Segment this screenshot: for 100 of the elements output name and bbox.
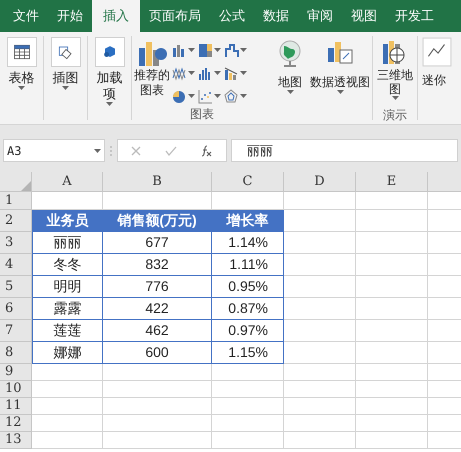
- grid-cell: [356, 210, 428, 232]
- grid-cell: [212, 381, 284, 398]
- row-header[interactable]: 2: [0, 210, 32, 232]
- row-header[interactable]: 13: [0, 432, 32, 449]
- table-cell: 1.14%: [212, 232, 284, 254]
- column-header[interactable]: E: [356, 172, 428, 192]
- grid-cell: [356, 192, 428, 210]
- table-cell: 丽丽: [32, 232, 103, 254]
- caret-icon: [214, 94, 221, 98]
- row-header[interactable]: 7: [0, 320, 32, 342]
- caret-icon: [392, 96, 398, 100]
- table-cell: 832: [103, 254, 212, 276]
- grid-cell: [212, 364, 284, 381]
- scatter-chart-icon: [198, 88, 213, 104]
- grid-cell: [284, 364, 356, 381]
- caret-icon: [240, 71, 247, 75]
- grid-cell: [32, 381, 103, 398]
- row-header[interactable]: 12: [0, 415, 32, 432]
- grid-cell: [284, 381, 356, 398]
- caret-icon: [188, 94, 195, 98]
- formula-field[interactable]: 丽丽: [231, 139, 458, 162]
- column-chart-icon: [172, 42, 187, 58]
- table-cell: 0.95%: [212, 276, 284, 298]
- caret-icon: [214, 48, 221, 52]
- row-header[interactable]: 10: [0, 381, 32, 398]
- caret-icon: [106, 102, 113, 106]
- pie-chart-icon: [172, 88, 187, 104]
- table-cell: 娜娜: [32, 342, 103, 364]
- check-icon: [164, 144, 177, 156]
- ribbon-tab[interactable]: 公式: [210, 0, 254, 32]
- function-icon: [200, 144, 214, 158]
- formula-text: 丽丽: [247, 142, 273, 160]
- ribbon-button[interactable]: 加载项: [94, 37, 124, 106]
- column-heading: 增长率: [212, 210, 284, 232]
- grid-cell: [212, 432, 284, 449]
- table-cell: 0.97%: [212, 320, 284, 342]
- line-chart-icon: [172, 66, 187, 80]
- row-header[interactable]: 4: [0, 254, 32, 276]
- row-header[interactable]: 3: [0, 232, 32, 254]
- caret-icon: [240, 48, 247, 52]
- caret-icon: [62, 86, 69, 90]
- table-cell: 1.15%: [212, 342, 284, 364]
- grid-cell: [284, 298, 356, 320]
- table-cell: 冬冬: [32, 254, 103, 276]
- table-cell: 露露: [32, 298, 103, 320]
- caret-icon: [240, 94, 247, 98]
- grid-cell: [284, 398, 356, 415]
- grid-cell: [32, 364, 103, 381]
- grid-cell: [284, 432, 356, 449]
- column-heading: 业务员: [32, 210, 103, 232]
- grid-cell: [212, 415, 284, 432]
- table-cell: 677: [103, 232, 212, 254]
- caret-icon: [336, 90, 344, 94]
- ribbon-button[interactable]: 迷你: [418, 32, 452, 124]
- ribbon-tab[interactable]: 视图: [342, 0, 386, 32]
- ribbon-tab[interactable]: 文件: [4, 0, 48, 32]
- column-header[interactable]: A: [32, 172, 103, 192]
- ribbon-tab[interactable]: 审阅: [298, 0, 342, 32]
- row-header[interactable]: 8: [0, 342, 32, 364]
- name-box[interactable]: A3: [3, 139, 105, 162]
- column-header[interactable]: D: [284, 172, 356, 192]
- ribbon-tab[interactable]: 数据: [254, 0, 298, 32]
- grid-cell: [356, 254, 428, 276]
- ribbon-tab[interactable]: 开始: [48, 0, 92, 32]
- row-header[interactable]: 1: [0, 192, 32, 210]
- caret-icon: [188, 71, 195, 75]
- grid-cell: [32, 432, 103, 449]
- grip-icon: [109, 144, 113, 158]
- ribbon-tab[interactable]: 开发工: [386, 0, 443, 32]
- cell-reference: A3: [7, 142, 22, 160]
- table-cell: 776: [103, 276, 212, 298]
- grid-cell: [356, 342, 428, 364]
- grid-cell: [356, 276, 428, 298]
- row-header[interactable]: 6: [0, 298, 32, 320]
- grid-cell: [356, 432, 428, 449]
- grid-cell: [284, 320, 356, 342]
- grid-cell: [212, 398, 284, 415]
- sparkline-icon: [422, 37, 452, 67]
- row-header[interactable]: 5: [0, 276, 32, 298]
- grid-cell: [356, 415, 428, 432]
- caret-icon: [214, 71, 221, 75]
- ribbon-button[interactable]: 数据透视图: [308, 32, 372, 124]
- ribbon-button[interactable]: 地图: [272, 32, 308, 124]
- grid-cell: [284, 192, 356, 210]
- ribbon-button[interactable]: 三维地图: [376, 32, 414, 106]
- row-header[interactable]: 11: [0, 398, 32, 415]
- ribbon-tab[interactable]: 页面布局: [140, 0, 210, 32]
- grid-cell: [284, 342, 356, 364]
- ribbon-button[interactable]: 推荐的图表: [132, 38, 172, 98]
- histogram-icon: [198, 66, 213, 80]
- caret-icon: [286, 90, 294, 94]
- waterfall-icon: [224, 42, 239, 58]
- ribbon-tab[interactable]: 插入: [92, 0, 140, 32]
- cancel-icon: [130, 144, 142, 156]
- column-header[interactable]: B: [103, 172, 212, 192]
- caret-icon: [188, 48, 195, 52]
- grid-cell: [284, 232, 356, 254]
- column-header[interactable]: C: [212, 172, 284, 192]
- grid-cell: [284, 415, 356, 432]
- row-header[interactable]: 9: [0, 364, 32, 381]
